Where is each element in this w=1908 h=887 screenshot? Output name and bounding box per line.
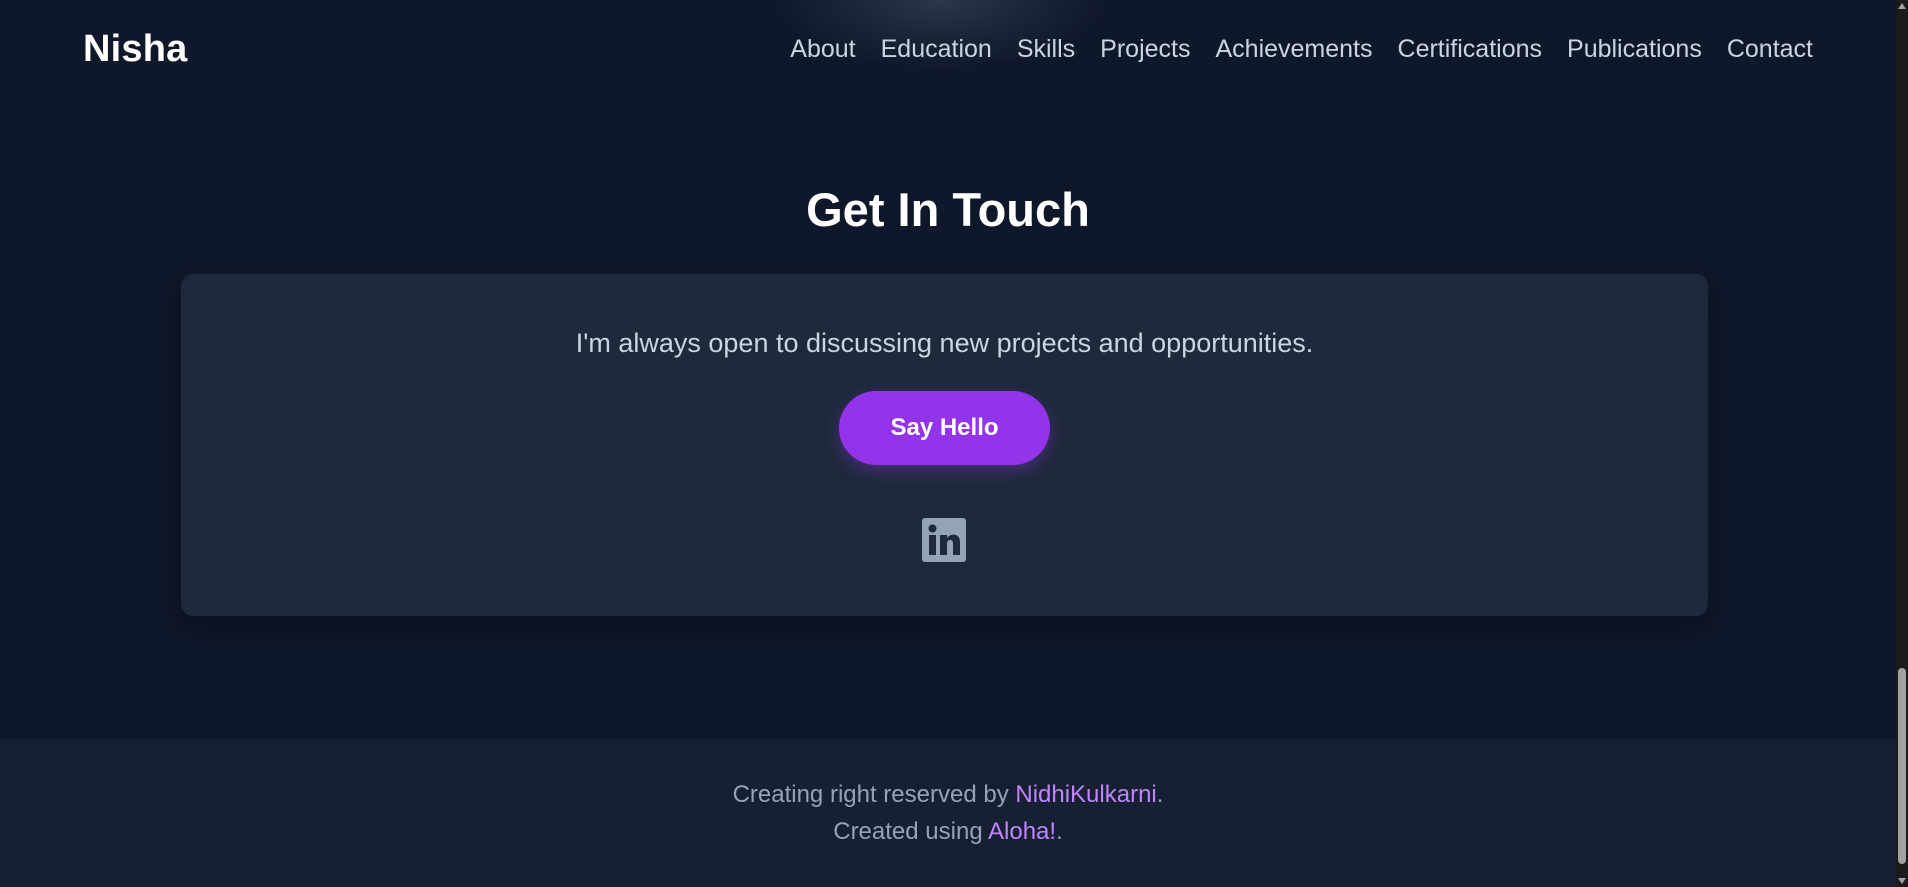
contact-text: I'm always open to discussing new projec… (575, 328, 1314, 358)
nav-link-contact[interactable]: Contact (1727, 35, 1813, 64)
scroll-up-arrow-icon[interactable] (1898, 3, 1906, 9)
nav-link-skills[interactable]: Skills (1017, 35, 1075, 64)
nav-link-about[interactable]: About (790, 35, 855, 64)
linkedin-link[interactable] (922, 518, 966, 562)
footer-credit-suffix: . (1156, 781, 1164, 808)
contact-card: I'm always open to discussing new projec… (181, 274, 1708, 616)
nav-link-publications[interactable]: Publications (1567, 35, 1702, 64)
footer-builder-prefix: Created using (833, 818, 989, 845)
footer-credit: Creating right reserved by NidhiKulkarni… (0, 781, 1896, 809)
brand-logo[interactable]: Nisha (83, 28, 187, 71)
footer-builder: Created using Aloha!. (0, 818, 1896, 846)
footer: Creating right reserved by NidhiKulkarni… (0, 739, 1896, 887)
nav-link-education[interactable]: Education (881, 35, 992, 64)
section-title: Get In Touch (806, 183, 1090, 236)
aloha-link[interactable]: Aloha! (988, 818, 1056, 845)
nav-link-achievements[interactable]: Achievements (1215, 35, 1372, 64)
scroll-thumb[interactable] (1898, 668, 1906, 864)
author-link[interactable]: NidhiKulkarni (1015, 781, 1156, 808)
vertical-scrollbar[interactable] (1896, 0, 1908, 887)
navbar: Nisha About Education Skills Projects Ac… (0, 0, 1896, 98)
linkedin-icon (922, 518, 966, 562)
say-hello-button[interactable]: Say Hello (839, 391, 1050, 465)
footer-credit-prefix: Creating right reserved by (732, 781, 1016, 808)
nav-link-certifications[interactable]: Certifications (1398, 35, 1543, 64)
page: Nisha About Education Skills Projects Ac… (0, 0, 1908, 887)
nav-links: About Education Skills Projects Achievem… (790, 35, 1813, 64)
nav-link-projects[interactable]: Projects (1100, 35, 1190, 64)
scroll-down-arrow-icon[interactable] (1898, 878, 1906, 884)
footer-builder-suffix: . (1056, 818, 1063, 845)
